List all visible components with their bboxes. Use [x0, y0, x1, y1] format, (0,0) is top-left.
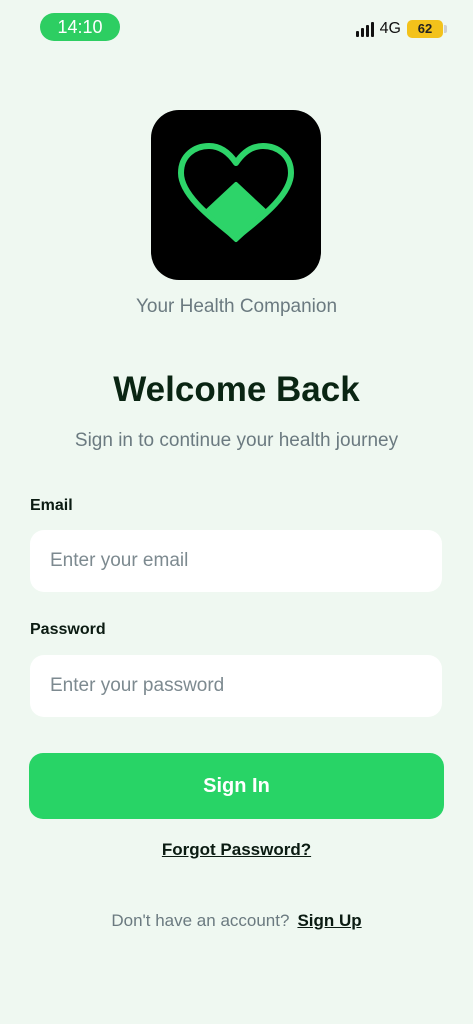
password-field[interactable] — [30, 655, 442, 717]
email-field[interactable] — [30, 530, 442, 592]
heart-logo-icon — [178, 143, 294, 242]
app-logo — [151, 110, 321, 280]
status-time: 14:10 — [40, 13, 120, 41]
password-label: Password — [30, 621, 106, 638]
sign-up-link[interactable]: Sign Up — [297, 911, 361, 930]
signal-icon — [355, 21, 374, 37]
no-account-text: Don't have an account? — [111, 911, 290, 930]
status-bar: 14:10 4G 62 — [0, 0, 473, 56]
page-title: Welcome Back — [113, 370, 360, 409]
page-subtitle: Sign in to continue your health journey — [74, 430, 399, 451]
app-tagline: Your Health Companion — [135, 296, 338, 317]
status-indicators: 4G 62 — [355, 20, 447, 38]
email-label: Email — [30, 497, 73, 514]
network-type: 4G — [379, 20, 401, 37]
sign-in-button[interactable]: Sign In — [29, 753, 444, 819]
signup-prompt: Don't have an account? Sign Up — [0, 911, 473, 931]
forgot-password-link[interactable]: Forgot Password? — [0, 840, 473, 860]
battery-icon: 62 — [407, 20, 447, 38]
